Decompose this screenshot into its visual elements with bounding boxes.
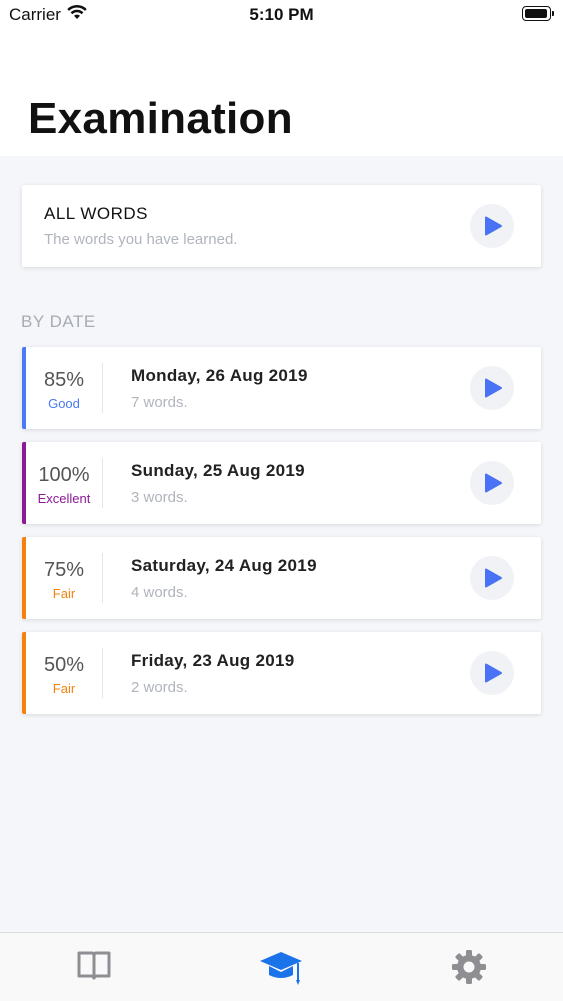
date-card[interactable]: 75% Fair Saturday, 24 Aug 2019 4 words. bbox=[22, 537, 541, 619]
all-words-subtitle: The words you have learned. bbox=[44, 231, 238, 248]
word-count: 7 words. bbox=[131, 394, 188, 411]
date-card[interactable]: 50% Fair Friday, 23 Aug 2019 2 words. bbox=[22, 632, 541, 714]
battery-icon bbox=[522, 6, 554, 21]
divider bbox=[102, 363, 103, 413]
score-percent: 50% bbox=[43, 654, 85, 676]
header: Examination bbox=[0, 30, 563, 156]
score-box: 100% Excellent bbox=[26, 442, 102, 524]
exam-date: Sunday, 25 Aug 2019 bbox=[131, 461, 305, 480]
score-percent: 85% bbox=[43, 369, 85, 391]
score-grade: Good bbox=[48, 396, 80, 411]
score-grade: Excellent bbox=[37, 491, 91, 506]
play-icon bbox=[485, 216, 502, 236]
play-icon bbox=[485, 568, 502, 588]
book-icon bbox=[77, 951, 111, 980]
score-box: 75% Fair bbox=[26, 537, 102, 619]
play-button[interactable] bbox=[470, 366, 514, 410]
date-card[interactable]: 100% Excellent Sunday, 25 Aug 2019 3 wor… bbox=[22, 442, 541, 524]
tab-dictionary[interactable] bbox=[0, 933, 187, 1001]
score-grade: Fair bbox=[52, 681, 76, 696]
play-icon bbox=[485, 378, 502, 398]
score-box: 50% Fair bbox=[26, 632, 102, 714]
page-title: Examination bbox=[28, 94, 293, 143]
exam-date: Monday, 26 Aug 2019 bbox=[131, 366, 308, 385]
word-count: 2 words. bbox=[131, 679, 188, 696]
play-icon bbox=[485, 663, 502, 683]
all-words-card[interactable]: ALL WORDS The words you have learned. bbox=[22, 185, 541, 267]
play-button[interactable] bbox=[470, 461, 514, 505]
score-percent: 75% bbox=[43, 559, 85, 581]
clock: 5:10 PM bbox=[249, 5, 314, 24]
divider bbox=[102, 553, 103, 603]
divider bbox=[102, 458, 103, 508]
play-icon bbox=[485, 473, 502, 493]
exam-date: Friday, 23 Aug 2019 bbox=[131, 651, 295, 670]
tab-bar bbox=[0, 932, 563, 1001]
score-grade: Fair bbox=[52, 586, 76, 601]
play-button[interactable] bbox=[470, 651, 514, 695]
all-words-label: ALL WORDS bbox=[44, 204, 149, 223]
graduation-cap-icon bbox=[260, 952, 302, 985]
exam-date: Saturday, 24 Aug 2019 bbox=[131, 556, 317, 575]
tab-settings[interactable] bbox=[376, 933, 563, 1001]
score-box: 85% Good bbox=[26, 347, 102, 429]
status-bar: Carrier 5:10 PM bbox=[0, 0, 563, 30]
tab-examination[interactable] bbox=[188, 933, 375, 1001]
date-card[interactable]: 85% Good Monday, 26 Aug 2019 7 words. bbox=[22, 347, 541, 429]
gear-icon bbox=[452, 950, 486, 984]
divider bbox=[102, 648, 103, 698]
word-count: 4 words. bbox=[131, 584, 188, 601]
score-percent: 100% bbox=[38, 464, 90, 486]
section-header-by-date: BY DATE bbox=[21, 312, 96, 331]
play-button[interactable] bbox=[470, 556, 514, 600]
all-words-play-button[interactable] bbox=[470, 204, 514, 248]
word-count: 3 words. bbox=[131, 489, 188, 506]
